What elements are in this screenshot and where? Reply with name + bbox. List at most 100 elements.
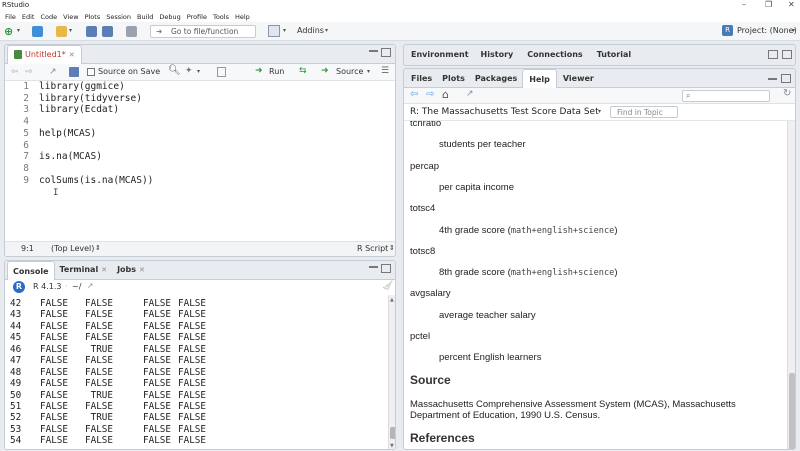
help-search-input[interactable]: ⌕ [682,90,770,102]
run-button[interactable]: Run [269,67,284,76]
maximize-pane-icon[interactable] [381,264,391,273]
menu-profile[interactable]: Profile [184,13,210,21]
tab-plots[interactable]: Plots [437,69,470,88]
source-button[interactable]: Source [336,67,363,76]
menu-help[interactable]: Help [232,13,253,21]
show-in-window-icon[interactable]: ↗ [466,89,474,99]
menu-code[interactable]: Code [37,13,60,21]
console-cell: FALSE [85,400,113,412]
tab-packages[interactable]: Packages [470,69,522,88]
run-arrow-icon: ➜ [255,66,263,76]
save-icon[interactable] [86,26,97,37]
minimize-icon[interactable]: – [742,0,746,9]
topic-title[interactable]: R: The Massachusetts Test Score Data Set [410,107,599,117]
menu-view[interactable]: View [60,13,81,21]
magic-wand-icon[interactable]: ✦ [185,66,193,76]
chevron-down-icon[interactable]: ▾ [598,108,601,115]
restore-pane-icon[interactable] [768,50,778,59]
console-cell: FALSE [178,412,206,424]
scroll-down-icon[interactable]: ▼ [390,443,394,449]
tab-viewer[interactable]: Viewer [557,69,600,88]
refresh-icon[interactable]: ↻ [783,88,791,99]
console-cell: FALSE [85,435,113,447]
menu-plots[interactable]: Plots [82,13,104,21]
minimize-pane-icon[interactable] [768,78,777,80]
scroll-up-icon[interactable]: ▲ [390,297,394,303]
close-tab-icon[interactable]: ✕ [101,261,107,280]
project-icon: R [722,25,733,36]
close-icon[interactable]: ✕ [788,0,795,9]
save-all-icon[interactable] [102,26,113,37]
find-in-topic-input[interactable]: Find in Topic [610,106,678,118]
arg-desc-tail: ) [614,225,618,236]
maximize-pane-icon[interactable] [781,74,791,83]
maximize-icon[interactable]: ❐ [765,0,772,9]
menu-tools[interactable]: Tools [210,13,232,21]
new-project-icon[interactable] [32,26,43,37]
menu-session[interactable]: Session [103,13,134,21]
compile-report-icon[interactable] [217,67,226,77]
open-file-icon[interactable] [56,26,67,37]
go-to-directory-icon[interactable]: ➚ [87,281,94,290]
code-area[interactable]: library(ggmice) library(tidyverse) libra… [39,81,389,239]
close-tab-icon[interactable]: ✕ [139,261,145,280]
tab-console[interactable]: Console [7,261,55,280]
maximize-pane-icon[interactable] [381,48,391,57]
chevron-down-icon[interactable]: ▾ [325,27,328,34]
search-icon[interactable]: 🔍︎ [168,65,181,76]
console-output[interactable]: 42 FALSE FALSE FALSE FALSE 43 FALSE FALSE FALSE F… [5,295,387,449]
line-number: 2 [23,92,29,104]
close-tab-icon[interactable]: ✕ [69,45,75,65]
menu-edit[interactable]: Edit [19,13,38,21]
tab-files[interactable]: Files [406,69,437,88]
show-in-window-icon[interactable]: ↗ [49,67,57,77]
chevron-down-icon[interactable]: ▾ [792,27,795,34]
save-icon[interactable] [69,67,79,77]
menu-file[interactable]: File [2,13,19,21]
chevron-down-icon[interactable]: ▾ [197,68,200,75]
tab-untitled1[interactable]: Untitled1* ✕ [7,45,82,64]
minimize-pane-icon[interactable] [369,50,378,52]
outline-icon[interactable]: ☰ [381,66,389,76]
console-cell: FALSE [178,309,206,321]
scrollbar-thumb[interactable] [390,427,395,439]
addins-button[interactable]: Addins [297,26,324,35]
menu-debug[interactable]: Debug [156,13,183,21]
tab-help[interactable]: Help [522,69,557,88]
new-file-icon[interactable]: ⊕ [4,25,13,38]
chevron-down-icon[interactable]: ▾ [69,27,72,34]
chevron-down-icon[interactable]: ▾ [367,68,370,75]
maximize-pane-icon[interactable] [782,50,792,59]
clear-console-icon[interactable]: 🧹︎ [382,281,393,291]
back-arrow-icon[interactable]: ⇦ [11,67,19,77]
source-heading: Source [410,373,451,387]
tab-history[interactable]: History [474,45,521,65]
file-type-selector[interactable]: R Script [357,244,388,253]
source-on-save-checkbox[interactable] [87,68,95,76]
goto-file-input[interactable]: ➜ Go to file/function [150,25,256,38]
forward-arrow-icon[interactable]: ⇨ [426,89,434,100]
grid-layout-icon[interactable] [268,25,280,37]
tab-jobs[interactable]: Jobs ✕ [112,261,150,280]
forward-arrow-icon[interactable]: ⇨ [25,67,33,77]
chevron-down-icon[interactable]: ▾ [283,27,286,34]
tab-connections[interactable]: Connections [520,45,589,65]
scope-selector[interactable]: (Top Level) [51,244,94,253]
help-scrollbar[interactable] [787,121,795,449]
tab-environment[interactable]: Environment [406,45,474,65]
minimize-pane-icon[interactable] [369,266,378,268]
scrollbar-thumb[interactable] [789,373,795,449]
rerun-icon[interactable]: ⇆ [299,66,307,76]
print-icon[interactable] [126,26,137,37]
console-row: 44 FALSE FALSE FALSE FALSE [10,321,230,332]
line-number: 6 [23,139,29,151]
code-line: help(MCAS) [39,127,97,139]
home-icon[interactable]: ⌂ [442,88,449,101]
back-arrow-icon[interactable]: ⇦ [410,89,418,100]
tab-terminal[interactable]: Terminal ✕ [55,261,113,280]
console-scrollbar[interactable]: ▲ ▼ [388,295,395,449]
menu-build[interactable]: Build [134,13,156,21]
chevron-down-icon[interactable]: ▾ [17,27,20,34]
tab-tutorial[interactable]: Tutorial [590,45,638,65]
project-menu[interactable]: Project: (None) [737,26,797,35]
